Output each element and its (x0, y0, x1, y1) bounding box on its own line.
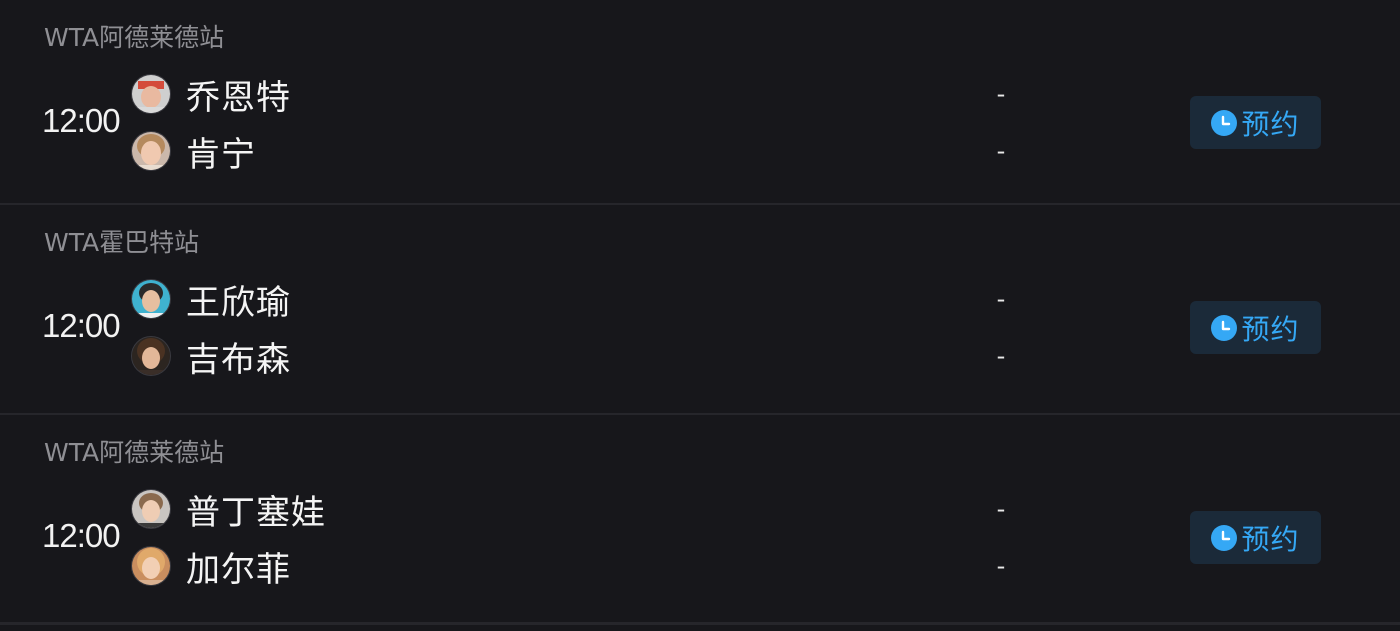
reserve-button-label: 预约 (1241, 522, 1300, 556)
reserve-button[interactable]: 预约 (1190, 511, 1321, 564)
score-home: - (996, 495, 1006, 523)
match-row[interactable]: WTA阿德莱德站 12:00 普丁塞娃 加尔菲 - - 预约 (0, 415, 1400, 625)
player-avatar (131, 489, 171, 529)
player-away[interactable]: 加尔菲 (131, 545, 291, 590)
clock-icon (1211, 524, 1238, 551)
tournament-name: WTA阿德莱德站 (44, 438, 225, 467)
reserve-button-label: 预约 (1241, 107, 1300, 141)
match-list: WTA阿德莱德站 12:00 乔恩特 肯宁 - - 预约 WTA霍巴特站 12:… (0, 0, 1400, 631)
reserve-button-label: 预约 (1241, 312, 1300, 346)
score-home: - (996, 80, 1006, 108)
match-time: 12:00 (42, 517, 121, 554)
score-home: - (996, 285, 1006, 313)
player-name: 加尔菲 (186, 549, 291, 590)
player-name: 吉布森 (186, 339, 291, 380)
player-name: 肯宁 (186, 134, 256, 175)
match-time: 12:00 (42, 307, 121, 344)
player-home[interactable]: 普丁塞娃 (131, 488, 326, 533)
clock-icon (1211, 314, 1238, 341)
match-row[interactable]: WTA阿德莱德站 12:00 乔恩特 肯宁 - - 预约 (0, 0, 1400, 205)
player-avatar (131, 131, 171, 171)
player-avatar (131, 336, 171, 376)
score-away: - (996, 552, 1006, 580)
player-avatar (131, 74, 171, 114)
reserve-button[interactable]: 预约 (1190, 301, 1321, 354)
player-name: 普丁塞娃 (186, 492, 326, 533)
match-row[interactable]: WTA霍巴特站 12:00 王欣瑜 吉布森 - - 预约 (0, 205, 1400, 415)
tournament-name: WTA阿德莱德站 (44, 23, 225, 52)
player-away[interactable]: 肯宁 (131, 130, 256, 175)
player-avatar (131, 546, 171, 586)
player-away[interactable]: 吉布森 (131, 335, 291, 380)
player-name: 乔恩特 (186, 77, 291, 118)
player-home[interactable]: 乔恩特 (131, 73, 291, 118)
tournament-name: WTA霍巴特站 (44, 228, 200, 257)
score-away: - (996, 342, 1006, 370)
player-avatar (131, 279, 171, 319)
match-time: 12:00 (42, 102, 121, 139)
clock-icon (1211, 109, 1238, 136)
player-home[interactable]: 王欣瑜 (131, 278, 291, 323)
reserve-button[interactable]: 预约 (1190, 96, 1321, 149)
score-away: - (996, 137, 1006, 165)
player-name: 王欣瑜 (186, 282, 291, 323)
